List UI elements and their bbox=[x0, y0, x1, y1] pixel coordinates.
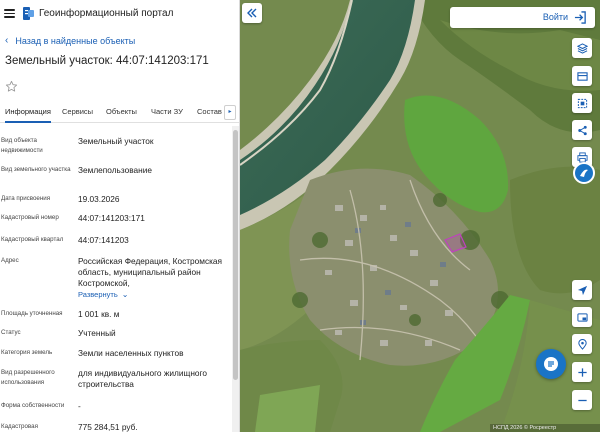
print-icon bbox=[576, 151, 588, 163]
tab-information[interactable]: Информация bbox=[5, 103, 51, 123]
chat-button[interactable] bbox=[536, 349, 566, 379]
tab-composition[interactable]: Состав bbox=[197, 103, 222, 123]
info-panel: Геоинформационный портал ‹ Назад в найде… bbox=[0, 0, 240, 432]
basemap-icon bbox=[576, 71, 588, 81]
map-attribution: НСПД 2026 © Росреестр bbox=[490, 424, 600, 432]
window-icon bbox=[576, 312, 588, 322]
object-title: Земельный участок: 44:07:141203:171 bbox=[5, 55, 209, 67]
plus-icon bbox=[577, 367, 587, 377]
property-value: для индивидуального жилищного строительс… bbox=[78, 368, 207, 389]
expand-label: Развернуть bbox=[78, 290, 118, 299]
sign-in-icon bbox=[574, 11, 586, 24]
chevron-right-icon: ▸ bbox=[228, 109, 232, 115]
navigate-button[interactable] bbox=[572, 280, 592, 300]
property-label: Вид земельного участка bbox=[1, 166, 71, 173]
side-service-button[interactable] bbox=[573, 162, 595, 184]
minus-icon bbox=[577, 399, 587, 401]
window-button[interactable] bbox=[572, 307, 592, 327]
portal-title: Геоинформационный портал bbox=[39, 8, 174, 19]
collapse-panel-button[interactable] bbox=[242, 3, 262, 23]
property-value: Учтенный bbox=[78, 328, 116, 338]
expand-address-button[interactable]: Развернуть ⌄ bbox=[78, 289, 128, 300]
panel-header: Геоинформационный портал bbox=[0, 0, 239, 28]
select-area-icon bbox=[577, 98, 587, 108]
property-value: 775 284,51 руб. bbox=[78, 422, 138, 432]
property-value: 1 001 кв. м bbox=[78, 309, 120, 319]
tab-services[interactable]: Сервисы bbox=[62, 103, 93, 123]
property-label: Форма собственности bbox=[1, 402, 65, 409]
tab-bar: Информация Сервисы Объекты Части ЗУ Сост… bbox=[0, 103, 239, 123]
login-label: Войти bbox=[542, 12, 568, 22]
chevron-down-icon: ⌄ bbox=[121, 290, 129, 299]
back-link-label: Назад в найденные объекты bbox=[15, 35, 136, 46]
property-value: 19.03.2026 bbox=[78, 194, 120, 204]
property-value: Российская Федерация, Костромская област… bbox=[78, 256, 226, 300]
property-value: - bbox=[78, 401, 81, 411]
property-label: Категория земель bbox=[1, 349, 53, 356]
tab-objects[interactable]: Объекты bbox=[106, 103, 137, 123]
share-button[interactable] bbox=[572, 120, 592, 140]
property-label: Статус bbox=[1, 329, 21, 336]
property-label: Кадастровая bbox=[1, 423, 38, 430]
basemap-button[interactable] bbox=[572, 66, 592, 86]
scrollbar-thumb[interactable] bbox=[233, 130, 238, 380]
property-value: Земли населенных пунктов bbox=[78, 348, 184, 358]
service-logo-icon bbox=[580, 169, 588, 177]
property-value: Земельный участок bbox=[78, 136, 154, 146]
property-label: Адрес bbox=[1, 257, 19, 264]
property-label: Вид объекта недвижимости bbox=[1, 137, 43, 154]
chat-icon bbox=[544, 357, 558, 371]
property-value: Землепользование bbox=[78, 165, 152, 175]
property-value: 44:07:141203 bbox=[78, 235, 129, 245]
property-value: 44:07:141203:171 bbox=[78, 213, 145, 223]
back-to-results-link[interactable]: ‹ Назад в найденные объекты bbox=[5, 35, 135, 46]
navigation-arrow-icon bbox=[577, 285, 587, 295]
double-chevron-left-icon bbox=[247, 8, 257, 18]
star-outline-icon[interactable] bbox=[5, 80, 18, 93]
location-button[interactable] bbox=[572, 334, 592, 354]
property-label: Кадастровый квартал bbox=[1, 236, 64, 243]
zoom-out-button[interactable] bbox=[572, 390, 592, 410]
property-label: Кадастровый номер bbox=[1, 214, 59, 221]
property-label: Площадь уточненная bbox=[1, 310, 63, 317]
property-label: Дата присвоения bbox=[1, 195, 51, 202]
location-pin-icon bbox=[577, 338, 587, 350]
address-text: Российская Федерация, Костромская област… bbox=[78, 256, 223, 288]
panel-scrollbar[interactable] bbox=[232, 126, 239, 432]
zoom-in-button[interactable] bbox=[572, 362, 592, 382]
select-area-button[interactable] bbox=[572, 93, 592, 113]
chevron-left-icon: ‹ bbox=[5, 35, 9, 46]
portal-logo-icon bbox=[23, 7, 34, 20]
share-icon bbox=[577, 125, 587, 135]
layers-button[interactable] bbox=[572, 38, 592, 58]
login-button[interactable]: Войти bbox=[450, 7, 595, 28]
tabs-scroll-right-button[interactable]: ▸ bbox=[224, 105, 236, 120]
layers-icon bbox=[576, 42, 588, 54]
hamburger-icon[interactable] bbox=[4, 9, 15, 18]
property-label: Вид разрешенного использования bbox=[1, 369, 55, 386]
tab-parcel-parts[interactable]: Части ЗУ bbox=[151, 103, 183, 123]
